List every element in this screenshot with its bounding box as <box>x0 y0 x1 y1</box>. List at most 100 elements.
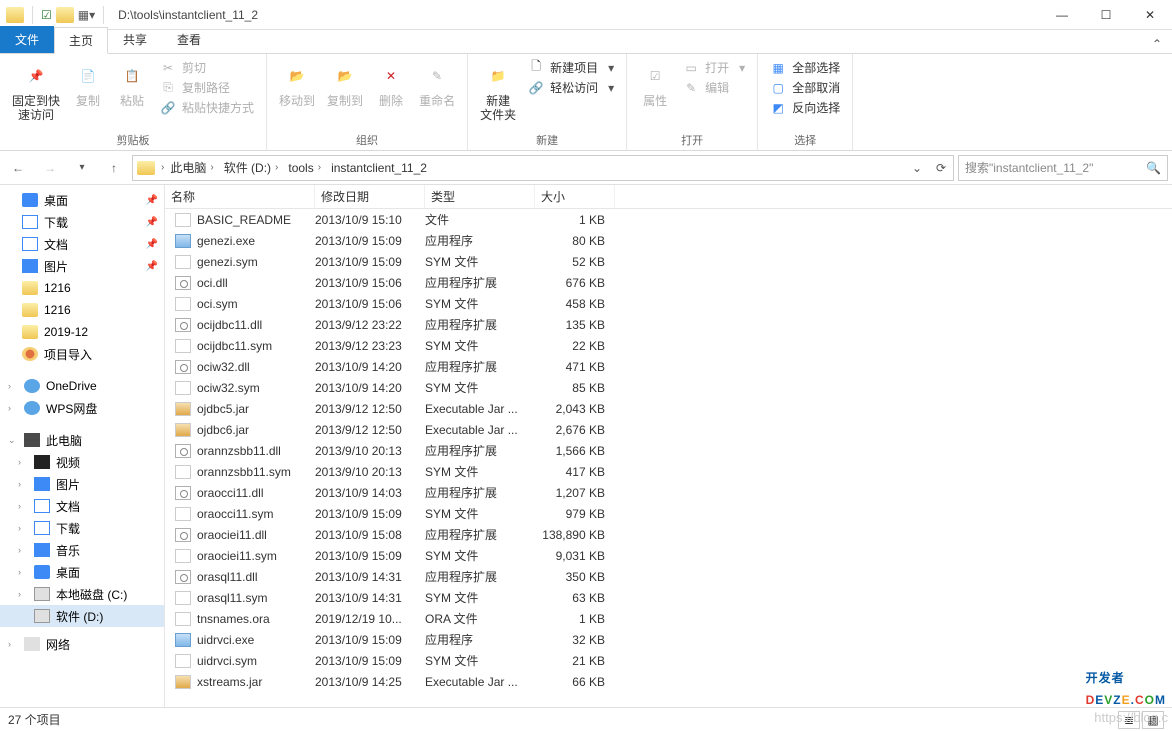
file-row[interactable]: genezi.exe 2013/10/9 15:09 应用程序 80 KB <box>165 230 1172 251</box>
col-size[interactable]: 大小 <box>535 185 615 208</box>
sidebar-item[interactable]: ›音乐 <box>0 539 164 561</box>
cut-button[interactable]: ✂剪切 <box>156 58 258 77</box>
address-bar[interactable]: › 此电脑› 软件 (D:)› tools› instantclient_11_… <box>132 155 954 181</box>
file-row[interactable]: oci.sym 2013/10/9 15:06 SYM 文件 458 KB <box>165 293 1172 314</box>
sidebar-item[interactable]: 1216 <box>0 277 164 299</box>
pin-quickaccess-button[interactable]: 📌固定到快速访问 <box>8 58 64 124</box>
selectall-icon: ▦ <box>770 60 786 76</box>
paste-button[interactable]: 📋粘贴 <box>112 58 152 110</box>
delete-button[interactable]: ✕删除 <box>371 58 411 110</box>
file-row[interactable]: ociw32.dll 2013/10/9 14:20 应用程序扩展 471 KB <box>165 356 1172 377</box>
crumb-current[interactable]: instantclient_11_2 <box>327 161 431 175</box>
qat-view-icon[interactable]: ▦▾ <box>78 8 95 22</box>
easyaccess-button[interactable]: 🔗轻松访问▾ <box>524 78 618 97</box>
selectall-button[interactable]: ▦全部选择 <box>766 58 844 77</box>
file-icon <box>175 213 191 227</box>
invertselect-button[interactable]: ◩反向选择 <box>766 98 844 117</box>
copyto-button[interactable]: 📂复制到 <box>323 58 367 110</box>
file-row[interactable]: ocijdbc11.dll 2013/9/12 23:22 应用程序扩展 135… <box>165 314 1172 335</box>
sidebar-pc[interactable]: ⌄此电脑 <box>0 429 164 451</box>
sidebar-item[interactable]: 图片📌 <box>0 255 164 277</box>
sidebar-item[interactable]: ›OneDrive <box>0 375 164 397</box>
qat-checkbox-icon[interactable]: ☑ <box>41 8 52 22</box>
file-row[interactable]: oraociei11.sym 2013/10/9 15:09 SYM 文件 9,… <box>165 545 1172 566</box>
properties-button[interactable]: ☑属性 <box>635 58 675 110</box>
file-row[interactable]: orannzsbb11.sym 2013/9/10 20:13 SYM 文件 4… <box>165 461 1172 482</box>
file-row[interactable]: ocijdbc11.sym 2013/9/12 23:23 SYM 文件 22 … <box>165 335 1172 356</box>
tab-file[interactable]: 文件 <box>0 26 54 53</box>
qat-open-icon[interactable] <box>56 7 74 23</box>
rename-button[interactable]: ✎重命名 <box>415 58 459 110</box>
back-button[interactable]: ← <box>4 154 32 182</box>
sidebar-item[interactable]: ›文档 <box>0 495 164 517</box>
sidebar-item[interactable]: 项目导入 <box>0 343 164 365</box>
forward-button[interactable]: → <box>36 154 64 182</box>
file-icon <box>175 423 191 437</box>
file-row[interactable]: oraocci11.sym 2013/10/9 15:09 SYM 文件 979… <box>165 503 1172 524</box>
edit-icon: ✎ <box>683 80 699 96</box>
large-icons-button[interactable]: ▦ <box>1142 711 1164 729</box>
recent-dropdown[interactable]: ▾ <box>68 154 96 182</box>
file-row[interactable]: oraociei11.dll 2013/10/9 15:08 应用程序扩展 13… <box>165 524 1172 545</box>
file-row[interactable]: ojdbc6.jar 2013/9/12 12:50 Executable Ja… <box>165 419 1172 440</box>
ribbon: 📌固定到快速访问 📄复制 📋粘贴 ✂剪切 ⎘复制路径 🔗粘贴快捷方式 剪贴板 📂… <box>0 54 1172 151</box>
copypath-button[interactable]: ⎘复制路径 <box>156 78 258 97</box>
paste-shortcut-button[interactable]: 🔗粘贴快捷方式 <box>156 98 258 117</box>
sidebar-item[interactable]: ›本地磁盘 (C:) <box>0 583 164 605</box>
sidebar-item[interactable]: 软件 (D:) <box>0 605 164 627</box>
tab-share[interactable]: 共享 <box>108 26 162 53</box>
crumb-tools[interactable]: tools› <box>284 161 325 175</box>
file-row[interactable]: ojdbc5.jar 2013/9/12 12:50 Executable Ja… <box>165 398 1172 419</box>
moveto-button[interactable]: 📂移动到 <box>275 58 319 110</box>
edit-button[interactable]: ✎编辑 <box>679 78 749 97</box>
tab-home[interactable]: 主页 <box>54 27 108 54</box>
col-date[interactable]: 修改日期 <box>315 185 425 208</box>
maximize-button[interactable]: ☐ <box>1084 0 1128 30</box>
sidebar-item[interactable]: 下载📌 <box>0 211 164 233</box>
file-icon <box>175 612 191 626</box>
refresh-button[interactable]: ⟳ <box>929 156 953 180</box>
collapse-ribbon-button[interactable]: ⌃ <box>1142 35 1172 53</box>
sidebar-item[interactable]: ›下载 <box>0 517 164 539</box>
file-row[interactable]: genezi.sym 2013/10/9 15:09 SYM 文件 52 KB <box>165 251 1172 272</box>
sidebar-item[interactable]: ›WPS网盘 <box>0 397 164 419</box>
drive-icon <box>24 401 40 415</box>
sidebar-item[interactable]: 文档📌 <box>0 233 164 255</box>
sidebar-item[interactable]: ›视频 <box>0 451 164 473</box>
sidebar-item[interactable]: 2019-12 <box>0 321 164 343</box>
sidebar-item[interactable]: ›图片 <box>0 473 164 495</box>
file-row[interactable]: BASIC_README 2013/10/9 15:10 文件 1 KB <box>165 209 1172 230</box>
newfolder-button[interactable]: 📁新建文件夹 <box>476 58 520 124</box>
file-row[interactable]: oraocci11.dll 2013/10/9 14:03 应用程序扩展 1,2… <box>165 482 1172 503</box>
sidebar-item[interactable]: 1216 <box>0 299 164 321</box>
address-dropdown[interactable]: ⌄ <box>905 156 929 180</box>
file-row[interactable]: orasql11.sym 2013/10/9 14:31 SYM 文件 63 K… <box>165 587 1172 608</box>
col-type[interactable]: 类型 <box>425 185 535 208</box>
close-button[interactable]: ✕ <box>1128 0 1172 30</box>
open-button[interactable]: ▭打开▾ <box>679 58 749 77</box>
sidebar-item[interactable]: ›桌面 <box>0 561 164 583</box>
details-view-button[interactable]: ≣ <box>1118 711 1140 729</box>
newitem-button[interactable]: 🗋新建项目▾ <box>524 58 618 77</box>
copy-button[interactable]: 📄复制 <box>68 58 108 110</box>
up-button[interactable]: ↑ <box>100 154 128 182</box>
sidebar-network[interactable]: ›网络 <box>0 633 164 655</box>
file-row[interactable]: xstreams.jar 2013/10/9 14:25 Executable … <box>165 671 1172 692</box>
crumb-drive[interactable]: 软件 (D:)› <box>220 159 283 176</box>
file-row[interactable]: orasql11.dll 2013/10/9 14:31 应用程序扩展 350 … <box>165 566 1172 587</box>
file-row[interactable]: orannzsbb11.dll 2013/9/10 20:13 应用程序扩展 1… <box>165 440 1172 461</box>
col-name[interactable]: 名称 <box>165 185 315 208</box>
cut-icon: ✂ <box>160 60 176 76</box>
file-row[interactable]: uidrvci.exe 2013/10/9 15:09 应用程序 32 KB <box>165 629 1172 650</box>
tab-view[interactable]: 查看 <box>162 26 216 53</box>
file-row[interactable]: ociw32.sym 2013/10/9 14:20 SYM 文件 85 KB <box>165 377 1172 398</box>
minimize-button[interactable]: — <box>1040 0 1084 30</box>
sidebar-item[interactable]: 桌面📌 <box>0 189 164 211</box>
group-label: 新建 <box>476 130 618 150</box>
search-input[interactable]: 搜索"instantclient_11_2" 🔍 <box>958 155 1168 181</box>
crumb-pc[interactable]: 此电脑› <box>166 159 217 176</box>
selectnone-button[interactable]: ▢全部取消 <box>766 78 844 97</box>
file-row[interactable]: oci.dll 2013/10/9 15:06 应用程序扩展 676 KB <box>165 272 1172 293</box>
file-row[interactable]: tnsnames.ora 2019/12/19 10... ORA 文件 1 K… <box>165 608 1172 629</box>
file-row[interactable]: uidrvci.sym 2013/10/9 15:09 SYM 文件 21 KB <box>165 650 1172 671</box>
